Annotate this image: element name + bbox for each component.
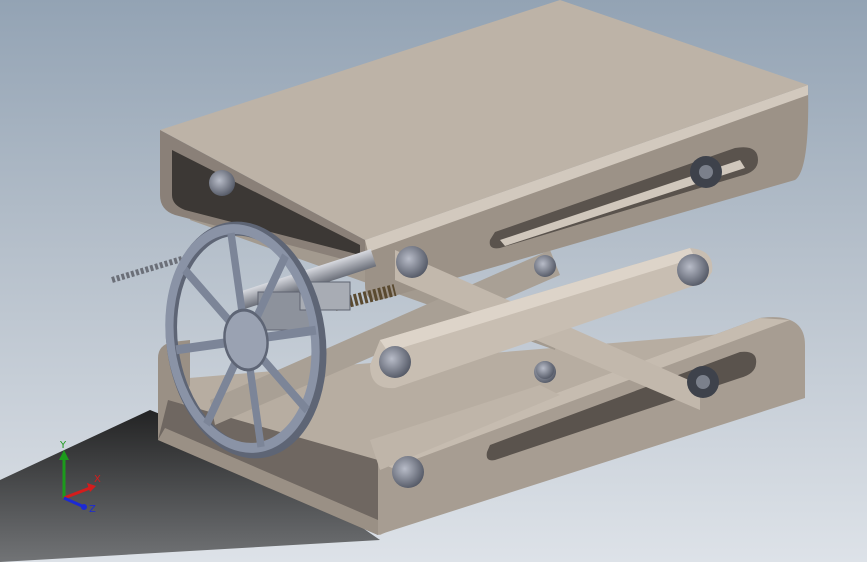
top-plate[interactable] — [160, 0, 809, 301]
y-axis-arrow — [59, 450, 69, 460]
pivot-pin-top-back — [209, 170, 235, 196]
x-axis-label: X — [94, 474, 101, 485]
lab-jack-model[interactable] — [0, 0, 867, 562]
z-axis-label: Z — [89, 504, 96, 515]
pivot-pin-top-left — [396, 246, 428, 278]
x-axis-line — [63, 486, 91, 500]
slider-bolt-bottom-hex — [696, 375, 710, 389]
pivot-pin-center — [536, 361, 554, 379]
cad-viewport[interactable]: Y X Z — [0, 0, 867, 562]
z-axis-line — [63, 496, 83, 508]
view-orientation-triad[interactable]: Y X Z — [50, 440, 110, 520]
pivot-pin-back-upper — [534, 255, 556, 277]
pivot-pin-mid-left — [379, 346, 411, 378]
z-axis-end — [81, 504, 87, 510]
pivot-pin-bottom-left — [392, 456, 424, 488]
y-axis-label: Y — [59, 440, 67, 451]
slider-bolt-top-hex — [699, 165, 713, 179]
pivot-pin-mid-right — [677, 254, 709, 286]
